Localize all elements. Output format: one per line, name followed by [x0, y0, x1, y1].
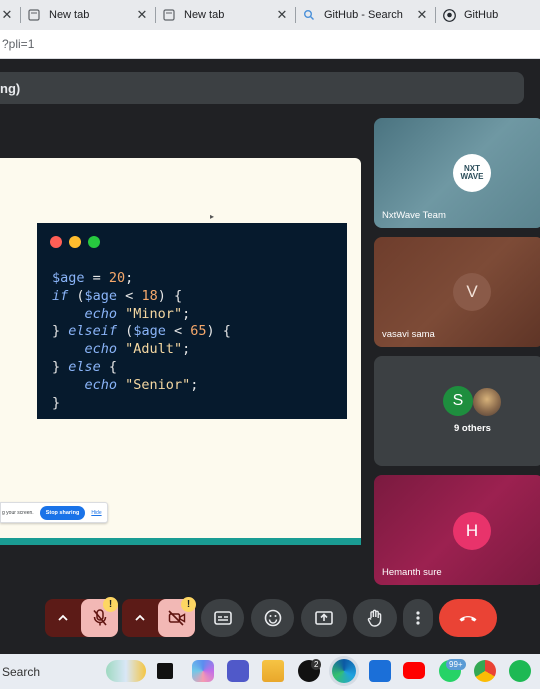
end-call-button[interactable] [439, 599, 497, 637]
teams-icon[interactable] [227, 660, 249, 682]
avatar: H [453, 512, 491, 550]
widgets-icon[interactable] [106, 660, 146, 682]
participant-name: Hemanth sure [382, 567, 442, 578]
logo-text: WAVE [460, 172, 484, 181]
chrome-icon[interactable] [474, 660, 496, 682]
whatsapp-badge: 99+ [446, 659, 466, 670]
participant-name: NxtWave Team [382, 210, 446, 221]
screen-share-bar: g your screen. Stop sharing Hide [0, 502, 108, 523]
code-line: $age = 20; [52, 270, 134, 286]
captions-button[interactable] [201, 599, 244, 637]
participant-tile[interactable]: H Hemanth sure [374, 475, 540, 585]
window-dots [50, 236, 100, 248]
slide-footer-bar [0, 538, 361, 545]
hide-button[interactable]: Hide [91, 510, 101, 516]
tab-label: New tab [49, 9, 90, 21]
file-explorer-icon[interactable] [262, 660, 284, 682]
avatar: S [443, 386, 473, 416]
code-line: echo "Adult"; [84, 341, 191, 358]
emoji-icon [264, 609, 281, 627]
stop-sharing-button[interactable]: Stop sharing [39, 505, 86, 520]
present-screen-button[interactable] [301, 599, 347, 637]
hang-up-icon [459, 616, 477, 622]
tab-new-tab-1[interactable]: ✕ New tab [0, 0, 140, 30]
tab-new-tab-2[interactable]: ✕ New tab [135, 0, 280, 30]
code-window: $age = 20; if ($age < 18) { echo "Minor";… [37, 223, 347, 419]
presentation-view: ▸ $age = 20; if ($age < 18) { echo "Minor… [0, 158, 361, 545]
close-icon[interactable]: ✕ [135, 7, 149, 23]
meeting-title-bar: ng) [0, 72, 524, 104]
red-dot-icon [50, 236, 62, 248]
mic-warning-badge: ! [103, 597, 118, 612]
tab-separator [435, 7, 436, 23]
code-line: echo "Minor"; [84, 305, 191, 322]
tab-strip: ✕ New tab ✕ New tab ✕ GitHub - Search ✕ … [0, 0, 540, 30]
edge-browser-icon[interactable] [332, 659, 356, 683]
present-icon [315, 611, 333, 625]
others-count: 9 others [454, 423, 491, 434]
chevron-up-icon[interactable] [122, 612, 158, 624]
avatar-photo [471, 386, 503, 418]
youtube-icon[interactable] [403, 662, 425, 679]
close-icon[interactable]: ✕ [0, 7, 14, 23]
tab-label: GitHub - Search [324, 9, 403, 21]
captions-icon [213, 611, 232, 625]
tab-label: GitHub [464, 9, 499, 21]
hand-icon [367, 609, 382, 627]
meeting-title: ng) [0, 80, 21, 96]
tab-separator [295, 7, 296, 23]
copilot-icon[interactable] [192, 660, 214, 682]
taskbar-search[interactable]: Search [2, 665, 40, 679]
page-icon [162, 8, 176, 22]
tab-github-search[interactable]: ✕ GitHub - Search [275, 0, 420, 30]
search-icon [302, 8, 316, 22]
taskbar: Search 2 99+ [0, 654, 540, 689]
tab-separator [155, 7, 156, 23]
green-dot-icon [88, 236, 100, 248]
more-vert-icon [416, 611, 420, 625]
share-status-text: g your screen. [2, 509, 34, 516]
tab-label: New tab [184, 9, 225, 21]
nxtwave-logo: NXT WAVE [453, 154, 491, 192]
github-icon [442, 8, 456, 22]
spotify-icon[interactable] [509, 660, 531, 682]
tab-github[interactable]: ✕ GitHub [415, 0, 540, 30]
page-icon [27, 8, 41, 22]
code-line: if ($age < 18) { [52, 287, 183, 304]
mic-off-icon [92, 609, 107, 626]
code-line: } elseif ($age < 65) { [52, 323, 231, 340]
meeting-area: ng) ▸ $age = 20; if ($age < 18) { echo "M… [0, 59, 540, 654]
code-block: $age = 20; if ($age < 18) { echo "Minor";… [52, 270, 231, 412]
task-view-icon[interactable] [157, 663, 173, 679]
code-line: echo "Senior"; [84, 376, 199, 393]
x-badge: 2 [311, 659, 322, 670]
emoji-reaction-button[interactable] [251, 599, 294, 637]
store-icon[interactable] [369, 660, 391, 682]
camera-off-icon [167, 610, 185, 626]
address-text: ?pli=1 [2, 37, 35, 51]
others-tile[interactable]: S 9 others [374, 356, 540, 466]
close-icon[interactable]: ✕ [275, 7, 289, 23]
chevron-up-icon[interactable] [45, 612, 81, 624]
participant-tile[interactable]: V vasavi sama [374, 237, 540, 347]
tab-separator [20, 7, 21, 23]
address-bar[interactable]: ?pli=1 [0, 30, 540, 59]
participant-name: vasavi sama [382, 329, 435, 340]
code-line: } [52, 394, 61, 411]
camera-warning-badge: ! [181, 597, 196, 612]
close-icon[interactable]: ✕ [415, 7, 429, 23]
raise-hand-button[interactable] [353, 599, 397, 637]
participant-tile[interactable]: NXT WAVE NxtWave Team [374, 118, 540, 228]
avatar: V [453, 273, 491, 311]
mouse-cursor-icon: ▸ [210, 212, 215, 221]
more-options-button[interactable] [403, 599, 433, 637]
code-line: } else { [52, 358, 118, 375]
yellow-dot-icon [69, 236, 81, 248]
